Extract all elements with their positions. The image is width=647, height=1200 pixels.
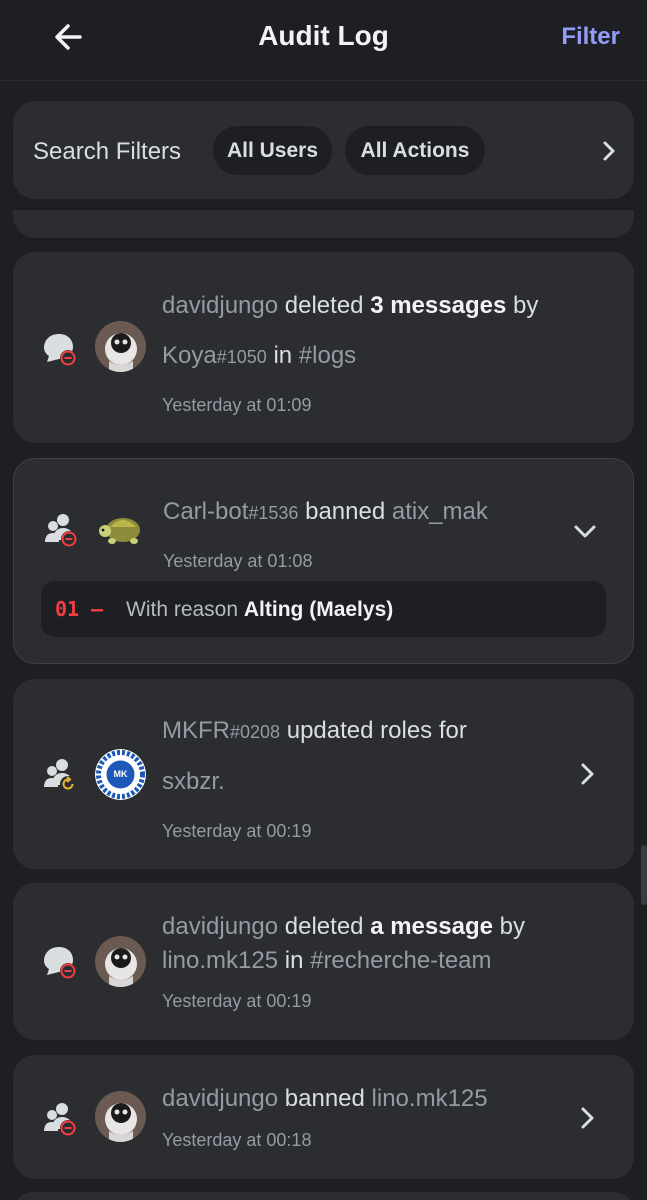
target-name[interactable]: atix_mak: [392, 498, 488, 525]
bot-avatar: [96, 503, 147, 554]
actor-name[interactable]: davidjungo: [162, 1085, 278, 1112]
target-name[interactable]: Koya: [162, 342, 217, 369]
preposition: in: [273, 342, 293, 369]
svg-text:MK: MK: [114, 769, 128, 779]
all-users-chip[interactable]: All Users: [213, 126, 332, 175]
timestamp: Yesterday at 01:09: [162, 395, 312, 415]
target-name[interactable]: lino.mk125: [162, 947, 278, 974]
search-filters-label: Search Filters: [33, 138, 182, 165]
actor-discriminator: #1536: [248, 503, 299, 523]
preposition: by: [512, 292, 539, 319]
avatar: [95, 321, 146, 372]
actor-name[interactable]: MKFR: [162, 717, 230, 744]
reason-value: Alting (Maelys): [243, 598, 394, 621]
action-verb: banned: [305, 498, 386, 525]
action-verb: banned: [284, 1085, 365, 1112]
action-object: 3 messages: [370, 292, 507, 319]
member-ban-icon: [40, 1099, 80, 1139]
action-verb: updated roles for: [286, 717, 467, 744]
timestamp: Yesterday at 00:19: [162, 991, 312, 1011]
search-filters-bar: Search Filters All Users All Actions: [13, 101, 634, 199]
target-name[interactable]: sxbzr.: [162, 768, 225, 795]
actor-name[interactable]: davidjungo: [162, 913, 278, 940]
reason-text: With reason Alting (Maelys): [126, 598, 394, 621]
avatar: [95, 936, 146, 987]
timestamp: Yesterday at 00:18: [162, 1130, 312, 1150]
member-ban-icon: [41, 510, 81, 550]
reason-row: 01 — With reason Alting (Maelys): [41, 581, 606, 637]
member-role-update-icon: [40, 755, 80, 795]
top-bar: Audit Log Filter: [0, 0, 647, 81]
page-title: Audit Log: [258, 20, 389, 51]
action-verb: deleted: [284, 292, 364, 319]
timestamp: Yesterday at 00:19: [162, 821, 312, 841]
chevron-right-icon[interactable]: [598, 139, 620, 163]
actor-discriminator: #0208: [230, 722, 281, 742]
preposition: in: [284, 947, 304, 974]
message-delete-icon: [40, 330, 80, 370]
timestamp: Yesterday at 01:08: [163, 551, 313, 571]
previous-entry-partial: [13, 210, 634, 238]
channel-name[interactable]: #recherche-team: [310, 947, 491, 974]
avatar: MK: [95, 749, 146, 800]
audit-entry[interactable]: davidjungo banned lino.mk125 Yesterday a…: [13, 1055, 634, 1179]
chevron-down-icon[interactable]: [573, 522, 597, 540]
chevron-right-icon[interactable]: [578, 1105, 596, 1131]
audit-entry[interactable]: MK MKFR#0208 updated roles for sxbzr. Ye…: [13, 679, 634, 869]
audit-entry-expanded[interactable]: Carl-bot#1536 banned atix_mak Yesterday …: [13, 458, 634, 664]
channel-name[interactable]: #logs: [299, 342, 356, 369]
preposition: by: [499, 913, 525, 940]
action-verb: deleted: [284, 913, 364, 940]
scrollbar[interactable]: [641, 845, 647, 905]
all-actions-chip[interactable]: All Actions: [345, 126, 485, 175]
audit-entry[interactable]: davidjungo deleted 3 messages by Koya#10…: [13, 252, 634, 443]
chevron-right-icon[interactable]: [578, 761, 596, 787]
audit-entry[interactable]: davidjungo deleted a message by lino.mk1…: [13, 883, 634, 1040]
next-entry-partial: [13, 1192, 634, 1200]
message-delete-icon: [40, 943, 80, 983]
avatar: [95, 1091, 146, 1142]
reason-index: 01 —: [55, 597, 104, 621]
target-discriminator: #1050: [216, 347, 267, 367]
actor-name[interactable]: Carl-bot: [163, 498, 248, 525]
filter-button[interactable]: Filter: [561, 23, 620, 51]
target-name[interactable]: lino.mk125: [372, 1085, 488, 1112]
action-object: a message: [370, 913, 493, 940]
actor-name[interactable]: davidjungo: [162, 292, 278, 319]
